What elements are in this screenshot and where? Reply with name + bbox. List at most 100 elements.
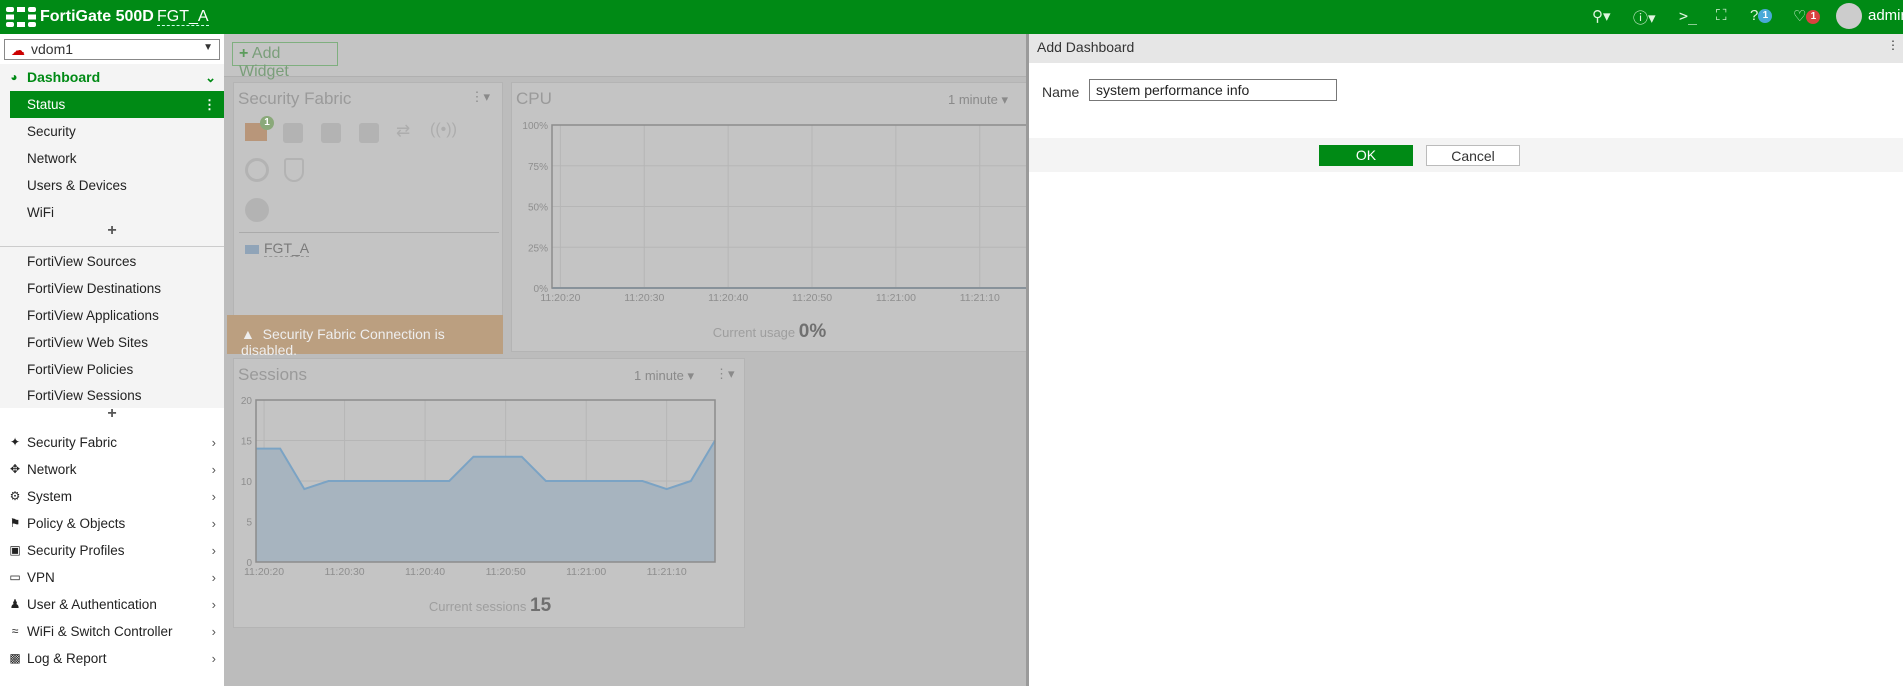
sidebar-item-label: Network — [27, 462, 77, 477]
cpu-chart: 100%75%50%25%0%11:20:20 11:20:30 11:20:40 1… — [522, 121, 1042, 304]
x-tick-label: 11:20:20 — [244, 566, 284, 578]
chevron-right-icon: › — [211, 462, 216, 477]
panel-header: Add Dashboard ⋮ — [1029, 34, 1903, 63]
fabric-warning: ▲ Security Fabric Connection is disabled… — [227, 315, 503, 358]
fullscreen-icon[interactable]: ⛶ — [1716, 7, 1727, 24]
x-tick-label: 11:20:20 — [540, 292, 580, 304]
ok-button[interactable]: OK — [1319, 145, 1413, 166]
product-name: FortiGate 500D — [40, 8, 154, 25]
y-tick-label: 5 — [246, 518, 252, 529]
series-area — [256, 440, 715, 562]
search-icon[interactable]: ⚲▾ — [1592, 7, 1611, 25]
sidebar-item-label: Security — [27, 124, 76, 139]
device-link[interactable]: FGT_A — [264, 240, 310, 257]
sidebar-item-policy-objects[interactable]: ⚑ Policy & Objects › — [0, 510, 224, 537]
x-tick-label: 11:20:30 — [325, 566, 365, 578]
x-tick-label: 11:20:40 — [708, 292, 748, 304]
y-tick-label: 25% — [528, 243, 548, 254]
avatar-icon[interactable] — [1836, 3, 1862, 29]
widget-menu-icon[interactable]: ⋮▾ — [470, 89, 490, 105]
sidebar-item-wifi-switch[interactable]: ≈ WiFi & Switch Controller › — [0, 618, 224, 645]
add-dashboard-button[interactable]: + — [0, 222, 224, 240]
sidebar-item-status[interactable]: Status ⋮ — [10, 91, 224, 118]
sidebar-item-label: Security Profiles — [27, 543, 125, 558]
sidebar-item-user-authentication[interactable]: ♟ User & Authentication › — [0, 591, 224, 618]
sessions-widget: Sessions 1 minute ▾ ⋮▾ 20 15 10 5 0 11:20:20 1… — [233, 358, 745, 628]
y-tick-label: 75% — [528, 162, 548, 173]
panel-footer: OK Cancel — [1029, 138, 1903, 172]
network-icon: ✥ — [9, 462, 21, 476]
sidebar-item-label: FortiView Sources — [27, 254, 137, 269]
current-sessions-value: 15 — [530, 595, 552, 616]
sidebar-item-network[interactable]: ✥ Network › — [0, 456, 224, 483]
sidebar-item-security-fabric[interactable]: ✦ Security Fabric › — [0, 429, 224, 456]
sidebar-item-label: Network — [27, 151, 77, 166]
sidebar-item-network-dashboard[interactable]: Network — [0, 145, 224, 172]
sidebar-item-label: WiFi — [27, 205, 54, 220]
cloud-icon: ☁ — [11, 42, 25, 58]
sidebar-item-log-report[interactable]: ▩ Log & Report › — [0, 645, 224, 672]
chevron-right-icon: › — [211, 543, 216, 558]
current-sessions-label: Current sessions — [428, 599, 527, 614]
lock-icon: ▣ — [9, 543, 21, 557]
x-tick-label: 11:21:10 — [647, 566, 687, 578]
current-usage-value: 0% — [798, 321, 827, 342]
help-badge: 1 — [1758, 9, 1773, 24]
feature-icon[interactable]: ⓘ▾ — [1633, 7, 1656, 28]
sidebar-item-fortiview-sources[interactable]: FortiView Sources — [0, 248, 224, 275]
sidebar-item-security[interactable]: Security — [0, 118, 224, 145]
sidebar-item-label: User & Authentication — [27, 597, 157, 612]
more-icon[interactable]: ⋮ — [1887, 38, 1899, 52]
add-dashboard-panel: Add Dashboard ⋮ Name OK Cancel — [1026, 34, 1903, 686]
add-fortiview-button[interactable]: + — [0, 405, 224, 423]
device-icon — [245, 245, 259, 254]
top-bar: FortiGate 500D FGT_A ⚲▾ ⓘ▾ >_ ⛶ ? 1 ♡ 1 ad… — [0, 0, 1903, 34]
sidebar-item-label: FortiView Applications — [27, 308, 159, 323]
plus-icon: + — [239, 45, 249, 62]
shuffle-icon: ⇄ — [396, 121, 411, 140]
cancel-button[interactable]: Cancel — [1426, 145, 1520, 166]
name-label: Name — [1042, 84, 1080, 100]
toolbar — [224, 34, 1026, 77]
sidebar-item-vpn[interactable]: ▭ VPN › — [0, 564, 224, 591]
cpu-summary: Current usage 0% — [512, 321, 1027, 343]
shield-icon — [284, 158, 304, 182]
x-tick-label: 11:21:10 — [960, 292, 1000, 304]
vdom-select[interactable]: ☁ vdom1 ▼ — [4, 39, 220, 60]
sidebar-item-label: Log & Report — [27, 651, 107, 666]
policy-icon: ⚑ — [9, 516, 21, 530]
sidebar-item-fortiview-applications[interactable]: FortiView Applications — [0, 302, 224, 329]
y-tick-label: 100% — [522, 121, 548, 132]
hostname-link[interactable]: FGT_A — [157, 8, 209, 26]
widget-title: Security Fabric — [238, 89, 352, 108]
sidebar-item-security-profiles[interactable]: ▣ Security Profiles › — [0, 537, 224, 564]
sidebar-item-label: FortiView Sessions — [27, 388, 142, 403]
laptop-icon: ▭ — [9, 570, 21, 584]
sessions-chart: 2015105011:20:20 11:20:30 11:20:40 11:20:50… — [241, 396, 716, 578]
cli-icon[interactable]: >_ — [1679, 7, 1697, 25]
chevron-right-icon: › — [211, 651, 216, 666]
more-icon[interactable]: ⋮ — [203, 91, 216, 118]
sidebar-item-label: FortiView Destinations — [27, 281, 162, 296]
help-icon[interactable]: ? 1 — [1750, 7, 1773, 24]
user-menu[interactable]: admin — [1868, 7, 1903, 24]
y-tick-label: 20 — [241, 396, 253, 407]
sidebar-item-fortiview-web-sites[interactable]: FortiView Web Sites — [0, 329, 224, 356]
warning-text: Security Fabric Connection is disabled. — [241, 326, 445, 358]
chevron-down-icon: ⌄ — [205, 70, 216, 85]
bell-icon[interactable]: ♡ 1 — [1793, 7, 1821, 25]
sidebar-item-dashboard[interactable]: ◕ Dashboard ⌄ — [10, 64, 224, 91]
y-tick-label: 15 — [241, 437, 253, 448]
sidebar-item-system[interactable]: ⚙ System › — [0, 483, 224, 510]
sidebar-item-label: Users & Devices — [27, 178, 127, 193]
dashboard-name-input[interactable] — [1089, 79, 1337, 101]
sidebar-item-users-devices[interactable]: Users & Devices — [0, 172, 224, 199]
sidebar-item-label: System — [27, 489, 73, 504]
bar-chart-icon: ▩ — [9, 651, 21, 665]
dashboard-main: + Add Widget Security Fabric ⋮▾ 1 ⇄ ((•)… — [224, 34, 1042, 686]
warning-icon: ▲ — [241, 326, 255, 342]
sidebar-item-fortiview-destinations[interactable]: FortiView Destinations — [0, 275, 224, 302]
add-widget-button[interactable]: + Add Widget — [232, 42, 338, 80]
sessions-summary: Current sessions 15 — [234, 595, 746, 617]
sidebar-item-fortiview-policies[interactable]: FortiView Policies — [0, 356, 224, 383]
